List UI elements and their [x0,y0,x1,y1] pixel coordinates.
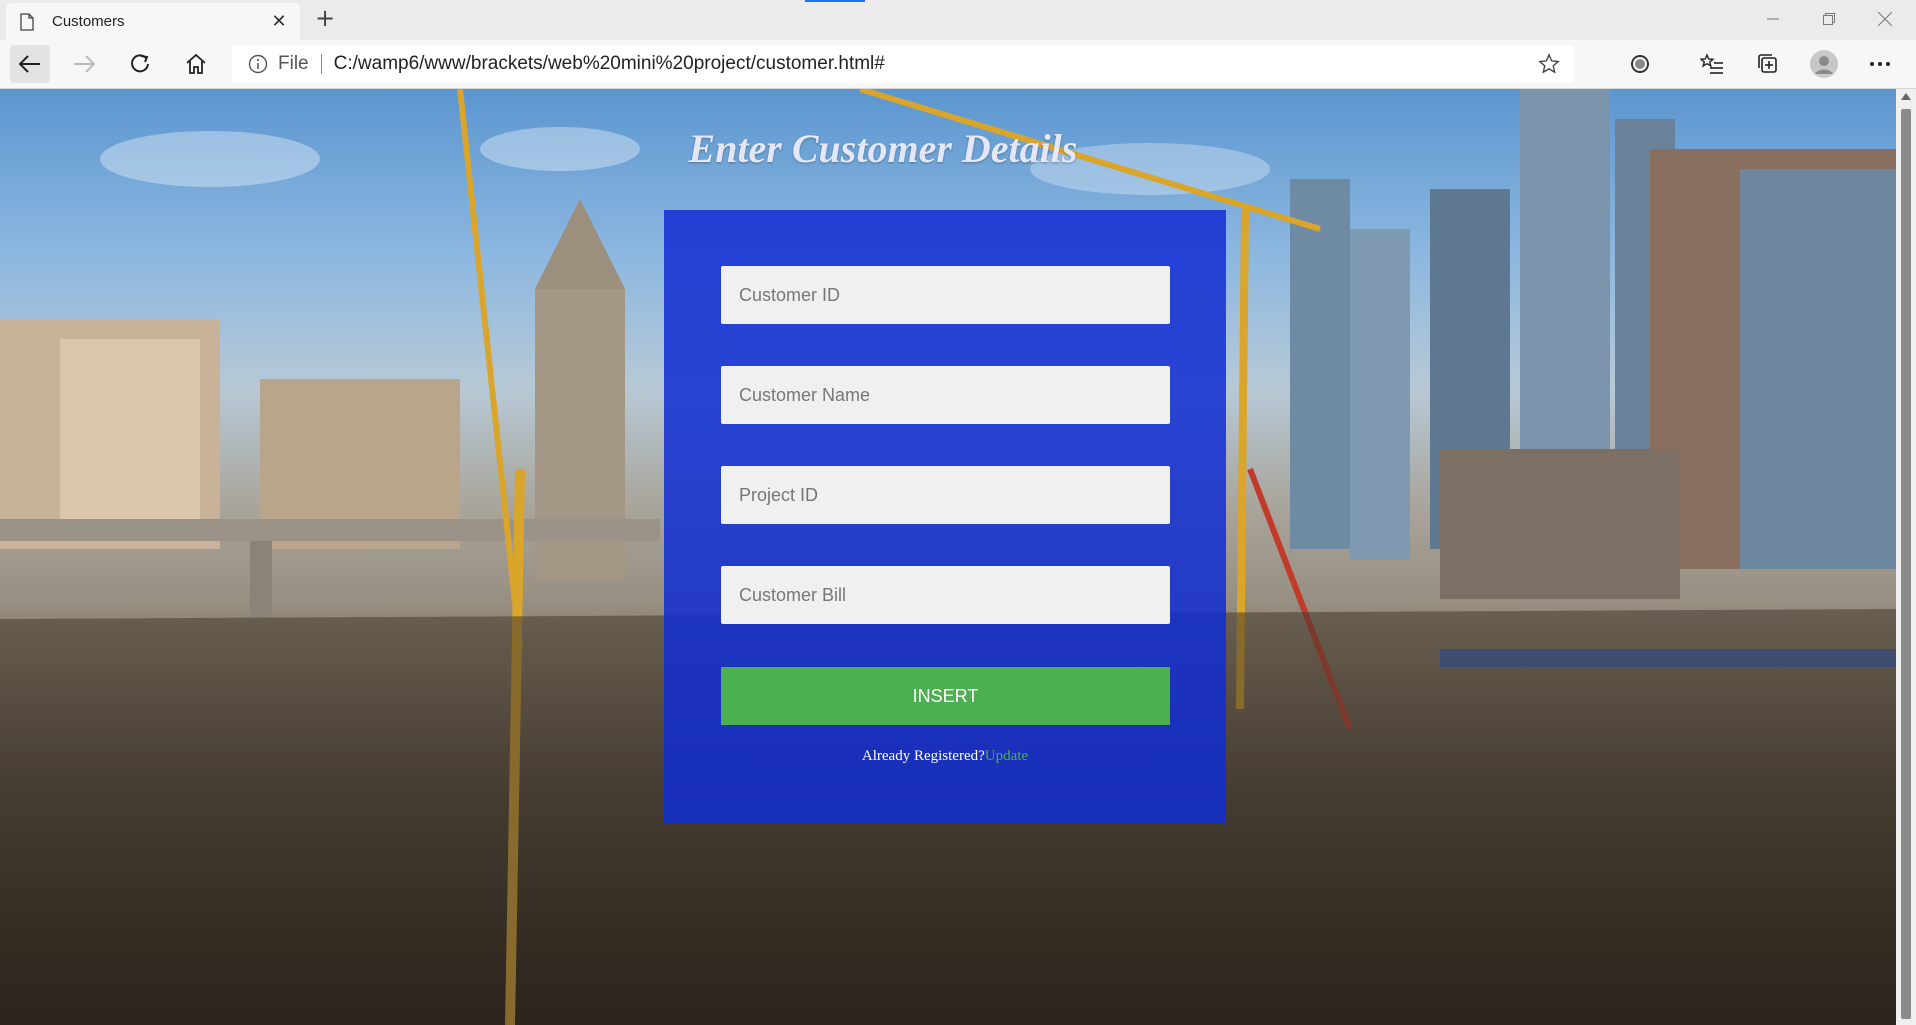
vertical-scrollbar[interactable] [1896,89,1916,1025]
tab-strip: Customers ✕ + [0,0,1916,40]
project-id-input[interactable] [721,466,1170,524]
registered-note: Already Registered?Update [664,748,1226,765]
forward-button[interactable] [64,45,104,83]
tab-indicator [805,0,865,2]
insert-button[interactable]: INSERT [721,667,1170,725]
new-tab-button[interactable]: + [312,6,338,32]
refresh-button[interactable] [120,45,160,83]
scroll-up-arrow-icon[interactable] [1901,93,1911,100]
refresh-icon [131,54,149,73]
more-options-button[interactable] [1860,45,1900,83]
minimize-icon [1767,18,1779,20]
avatar-icon [1810,50,1838,78]
forward-arrow-icon [74,55,95,73]
back-arrow-icon [19,55,40,73]
favorites-list-icon [1700,53,1723,74]
collections-icon [1758,54,1777,73]
extension-circle-icon [1631,55,1649,73]
customer-id-input[interactable] [721,266,1170,324]
favorites-button[interactable] [1692,45,1732,83]
favorite-star-icon[interactable] [1538,53,1560,75]
customer-bill-input[interactable] [721,566,1170,624]
home-button[interactable] [176,45,216,83]
address-bar[interactable]: File C:/wamp6/www/brackets/web%20mini%20… [232,45,1574,83]
tab-title: Customers [52,13,125,30]
page-viewport: Enter Customer Details INSERT Already Re… [0,89,1896,1025]
browser-toolbar: File C:/wamp6/www/brackets/web%20mini%20… [0,40,1916,89]
update-link[interactable]: Update [985,748,1028,764]
browser-tab[interactable]: Customers ✕ [6,3,300,40]
close-icon [1878,12,1892,26]
ellipsis-icon [1870,62,1890,66]
customer-form-panel: INSERT Already Registered?Update [664,210,1226,823]
close-window-button[interactable] [1862,4,1908,34]
extension-button[interactable] [1620,45,1660,83]
info-icon[interactable] [248,54,268,74]
collections-button[interactable] [1748,45,1788,83]
page-heading: Enter Customer Details [688,126,1078,171]
minimize-button[interactable] [1750,4,1796,34]
registered-text: Already Registered? [861,748,985,764]
address-prefix: File [278,53,309,74]
profile-button[interactable] [1804,45,1844,83]
customer-name-input[interactable] [721,366,1170,424]
tab-close-icon[interactable]: ✕ [266,11,292,32]
back-button[interactable] [10,45,50,83]
restore-button[interactable] [1806,4,1852,34]
page-icon [20,12,34,31]
url-text[interactable]: C:/wamp6/www/brackets/web%20mini%20proje… [334,53,1538,75]
restore-icon [1823,13,1835,25]
home-icon [186,53,206,74]
scrollbar-thumb[interactable] [1901,109,1911,1019]
address-separator [320,54,322,74]
